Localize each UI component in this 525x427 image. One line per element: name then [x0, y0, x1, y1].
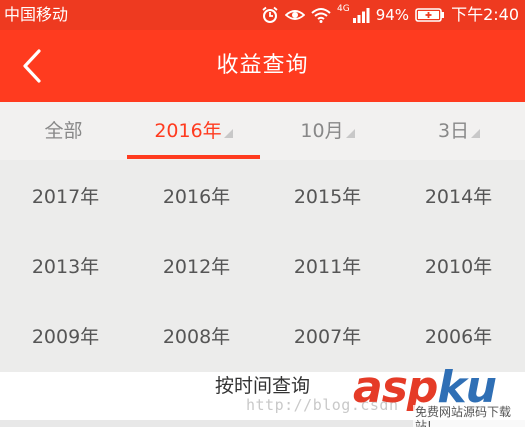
year-option[interactable]: 2015年 [262, 162, 393, 232]
year-option[interactable]: 2011年 [262, 232, 393, 302]
tab-label: 全部 [44, 120, 83, 142]
status-icons: 4G 94% 下午2:40 [261, 0, 519, 30]
year-option[interactable]: 2013年 [0, 232, 131, 302]
tab-label: 2016年 [154, 120, 222, 142]
year-option[interactable]: 2016年 [131, 162, 262, 232]
tab-label: 3日 [437, 120, 470, 142]
clock: 下午2:40 [451, 5, 519, 24]
active-tab-indicator [127, 155, 260, 159]
tab-label: 10月 [300, 120, 344, 142]
watermark-tagline: 免费网站源码下载站! [413, 405, 525, 427]
signal-icon [352, 8, 370, 23]
year-picker-grid: 2017年 2016年 2015年 2014年 2013年 2012年 2011… [0, 160, 525, 372]
dropdown-triangle-icon [345, 129, 355, 138]
page-title: 收益查询 [216, 53, 309, 78]
wifi-icon [311, 8, 331, 23]
battery-icon [415, 8, 445, 22]
battery-percent: 94% [375, 6, 410, 24]
dropdown-triangle-icon [471, 129, 481, 138]
year-option[interactable]: 2010年 [393, 232, 524, 302]
tab-day[interactable]: 3日 [393, 102, 525, 160]
tab-month[interactable]: 10月 [262, 102, 393, 160]
eye-icon [285, 10, 306, 20]
watermark-logo: aspku [353, 366, 497, 410]
dropdown-triangle-icon [223, 129, 233, 138]
status-bar: 中国移动 4G 94% 下午2:40 [0, 0, 525, 30]
year-option[interactable]: 2014年 [393, 162, 524, 232]
year-option[interactable]: 2017年 [0, 162, 131, 232]
year-option[interactable]: 2009年 [0, 302, 131, 372]
carrier-label: 中国移动 [4, 5, 69, 24]
year-option[interactable]: 2008年 [131, 302, 262, 372]
filter-tabs: 全部 2016年 10月 3日 [0, 102, 525, 161]
title-bar: 收益查询 [0, 30, 525, 102]
tab-all[interactable]: 全部 [0, 102, 127, 160]
year-option[interactable]: 2012年 [131, 232, 262, 302]
tab-year[interactable]: 2016年 [127, 102, 260, 160]
network-label: 4G [337, 4, 350, 14]
screen: 中国移动 4G 94% 下午2:40 收益查询 全部 2016年 10月 3日 … [0, 0, 525, 427]
alarm-icon [262, 6, 278, 23]
